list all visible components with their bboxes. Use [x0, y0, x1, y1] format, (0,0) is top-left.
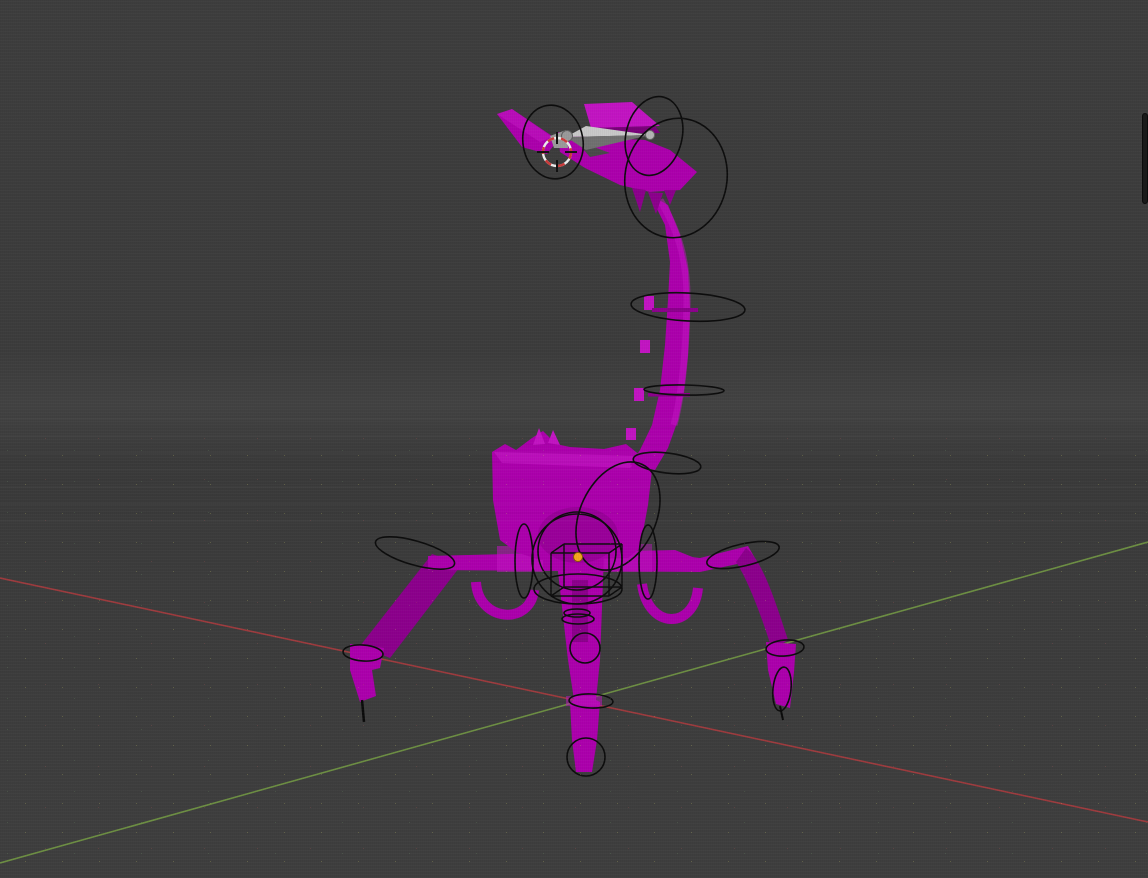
- viewport-scrollbar[interactable]: [1142, 113, 1148, 204]
- head-claw-3: [664, 190, 676, 205]
- body-spike-2: [548, 430, 560, 445]
- origin-dot: [574, 553, 583, 562]
- left-foot-spike: [362, 700, 364, 722]
- robot-model[interactable]: [350, 102, 796, 772]
- left-thigh-ring[interactable]: [372, 530, 457, 576]
- hose-right: [642, 584, 698, 619]
- neck-bump-4: [626, 428, 636, 440]
- neck-bump-1: [644, 296, 654, 310]
- head-claw-1: [632, 188, 646, 212]
- head-top-plate: [584, 102, 660, 128]
- left-foot: [350, 644, 384, 702]
- right-foot-spike: [780, 706, 783, 720]
- neck-seam-1: [652, 308, 698, 312]
- right-foot: [766, 642, 796, 708]
- right-shin: [736, 548, 788, 650]
- neck-bump-3: [634, 388, 644, 401]
- neck-bump-2: [640, 340, 650, 353]
- viewport-3d[interactable]: [0, 0, 1148, 878]
